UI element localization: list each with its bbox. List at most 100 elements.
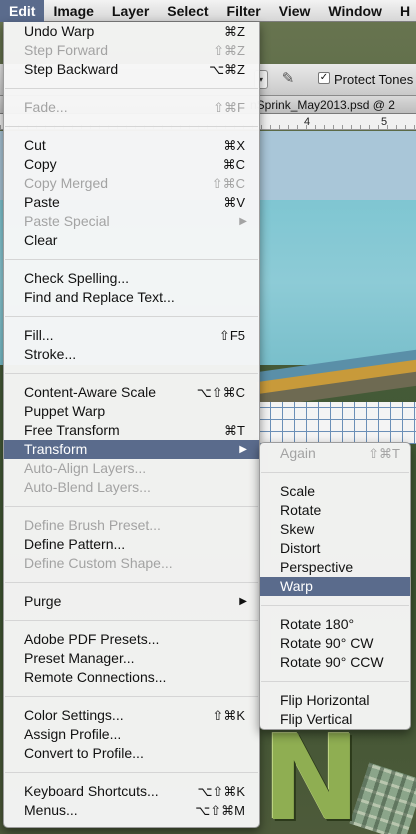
menu-item-transform[interactable]: Transform ▶ bbox=[4, 440, 259, 459]
menu-bar: Edit Image Layer Select Filter View Wind… bbox=[0, 0, 416, 22]
submenu-item-flip-horizontal[interactable]: Flip Horizontal bbox=[260, 691, 410, 710]
submenu-item-rotate-90-cw[interactable]: Rotate 90° CW bbox=[260, 634, 410, 653]
document-title: nSprink_May2013.psd @ 2 bbox=[250, 98, 395, 112]
menu-item-label: Auto-Align Layers... bbox=[24, 460, 147, 476]
submenu-item-rotate-180[interactable]: Rotate 180° bbox=[260, 615, 410, 634]
menu-item-label: Find and Replace Text... bbox=[24, 289, 175, 305]
canvas-letter-art: N bbox=[262, 722, 361, 834]
menu-separator bbox=[4, 307, 259, 326]
menu-item-copy[interactable]: Copy ⌘C bbox=[4, 155, 259, 174]
menu-item-define-custom-shape[interactable]: Define Custom Shape... bbox=[4, 554, 259, 573]
menu-item-auto-align-layers[interactable]: Auto-Align Layers... bbox=[4, 459, 259, 478]
menu-layer[interactable]: Layer bbox=[103, 0, 158, 22]
menu-item-adobe-pdf-presets[interactable]: Adobe PDF Presets... bbox=[4, 630, 259, 649]
menu-select[interactable]: Select bbox=[158, 0, 217, 22]
menu-item-label: Rotate 90° CW bbox=[280, 635, 374, 651]
menu-item-free-transform[interactable]: Free Transform ⌘T bbox=[4, 421, 259, 440]
menu-item-label: Copy Merged bbox=[24, 175, 109, 191]
menu-item-label: Paste Special bbox=[24, 213, 110, 229]
menu-separator bbox=[4, 79, 259, 98]
menu-item-find-replace-text[interactable]: Find and Replace Text... bbox=[4, 288, 259, 307]
menu-item-paste-special[interactable]: Paste Special ▶ bbox=[4, 212, 259, 231]
menu-item-shortcut: ⌘X bbox=[223, 138, 245, 153]
protect-tones-label: Protect Tones bbox=[334, 72, 414, 87]
menu-item-shortcut: ⌘V bbox=[223, 195, 245, 210]
menu-item-label: Scale bbox=[280, 483, 316, 499]
menu-image[interactable]: Image bbox=[44, 0, 102, 22]
menu-item-label: Convert to Profile... bbox=[24, 745, 144, 761]
edit-menu: Undo Warp ⌘Z Step Forward ⇧⌘Z Step Backwar… bbox=[3, 22, 260, 828]
menu-item-label: Warp bbox=[280, 578, 313, 594]
menu-item-stroke[interactable]: Stroke... bbox=[4, 345, 259, 364]
canvas-grid-paper bbox=[258, 402, 416, 444]
menu-item-copy-merged[interactable]: Copy Merged ⇧⌘C bbox=[4, 174, 259, 193]
menu-item-shortcut: ⌘Z bbox=[224, 24, 245, 39]
menu-item-label: Define Brush Preset... bbox=[24, 517, 161, 533]
submenu-item-rotate-90-ccw[interactable]: Rotate 90° CCW bbox=[260, 653, 410, 672]
menu-item-shortcut: ⌥⇧⌘C bbox=[196, 385, 245, 400]
submenu-item-warp[interactable]: Warp bbox=[260, 577, 410, 596]
airbrush-icon[interactable]: ✎ bbox=[278, 68, 298, 90]
menu-item-puppet-warp[interactable]: Puppet Warp bbox=[4, 402, 259, 421]
submenu-arrow-icon: ▶ bbox=[239, 596, 247, 607]
submenu-item-skew[interactable]: Skew bbox=[260, 520, 410, 539]
menu-item-label: Remote Connections... bbox=[24, 669, 167, 685]
menu-item-label: Define Pattern... bbox=[24, 536, 126, 552]
menu-item-shortcut: ⌥⇧⌘M bbox=[195, 803, 245, 818]
submenu-arrow-icon: ▶ bbox=[239, 444, 247, 455]
menu-separator bbox=[4, 687, 259, 706]
menu-separator bbox=[4, 117, 259, 136]
menu-item-shortcut: ⇧F5 bbox=[218, 328, 245, 343]
menu-item-define-brush-preset[interactable]: Define Brush Preset... bbox=[4, 516, 259, 535]
menu-item-preset-manager[interactable]: Preset Manager... bbox=[4, 649, 259, 668]
menu-item-label: Copy bbox=[24, 156, 57, 172]
menu-item-label: Fill... bbox=[24, 327, 54, 343]
menu-item-paste[interactable]: Paste ⌘V bbox=[4, 193, 259, 212]
menu-item-label: Flip Horizontal bbox=[280, 692, 370, 708]
menu-window[interactable]: Window bbox=[319, 0, 391, 22]
submenu-item-again[interactable]: Again ⇧⌘T bbox=[260, 444, 410, 463]
menu-item-remote-connections[interactable]: Remote Connections... bbox=[4, 668, 259, 687]
menu-separator bbox=[260, 596, 410, 615]
menu-item-content-aware-scale[interactable]: Content-Aware Scale ⌥⇧⌘C bbox=[4, 383, 259, 402]
menu-item-shortcut: ⌘T bbox=[224, 423, 245, 438]
menu-item-keyboard-shortcuts[interactable]: Keyboard Shortcuts... ⌥⇧⌘K bbox=[4, 782, 259, 801]
submenu-item-flip-vertical[interactable]: Flip Vertical bbox=[260, 710, 410, 729]
menu-item-color-settings[interactable]: Color Settings... ⇧⌘K bbox=[4, 706, 259, 725]
menu-separator bbox=[4, 763, 259, 782]
menu-item-label: Purge bbox=[24, 593, 62, 609]
menu-item-label: Distort bbox=[280, 540, 321, 556]
menu-item-shortcut: ⇧⌘C bbox=[211, 176, 245, 191]
protect-tones-checkbox[interactable]: ✓ bbox=[318, 72, 330, 84]
submenu-item-rotate[interactable]: Rotate bbox=[260, 501, 410, 520]
menu-separator bbox=[4, 364, 259, 383]
menu-item-fade[interactable]: Fade... ⇧⌘F bbox=[4, 98, 259, 117]
menu-separator bbox=[260, 672, 410, 691]
menu-item-assign-profile[interactable]: Assign Profile... bbox=[4, 725, 259, 744]
menu-item-label: Paste bbox=[24, 194, 60, 210]
menu-separator bbox=[260, 463, 410, 482]
submenu-item-scale[interactable]: Scale bbox=[260, 482, 410, 501]
menu-item-fill[interactable]: Fill... ⇧F5 bbox=[4, 326, 259, 345]
menu-item-convert-to-profile[interactable]: Convert to Profile... bbox=[4, 744, 259, 763]
menu-edit[interactable]: Edit bbox=[0, 0, 45, 22]
menu-view[interactable]: View bbox=[270, 0, 320, 22]
menu-item-step-backward[interactable]: Step Backward ⌥⌘Z bbox=[4, 60, 259, 79]
menu-item-label: Transform bbox=[24, 441, 88, 457]
menu-item-define-pattern[interactable]: Define Pattern... bbox=[4, 535, 259, 554]
menu-item-menus[interactable]: Menus... ⌥⇧⌘M bbox=[4, 801, 259, 820]
menu-item-clear[interactable]: Clear bbox=[4, 231, 259, 250]
submenu-item-distort[interactable]: Distort bbox=[260, 539, 410, 558]
menu-help[interactable]: H bbox=[391, 0, 416, 22]
menu-filter[interactable]: Filter bbox=[218, 0, 270, 22]
menu-item-undo-warp[interactable]: Undo Warp ⌘Z bbox=[4, 22, 259, 41]
menu-item-cut[interactable]: Cut ⌘X bbox=[4, 136, 259, 155]
menu-item-label: Assign Profile... bbox=[24, 726, 122, 742]
submenu-item-perspective[interactable]: Perspective bbox=[260, 558, 410, 577]
menu-item-check-spelling[interactable]: Check Spelling... bbox=[4, 269, 259, 288]
menu-separator bbox=[4, 497, 259, 516]
menu-item-shortcut: ⇧⌘T bbox=[368, 446, 400, 461]
menu-item-purge[interactable]: Purge ▶ bbox=[4, 592, 259, 611]
menu-item-auto-blend-layers[interactable]: Auto-Blend Layers... bbox=[4, 478, 259, 497]
menu-item-step-forward[interactable]: Step Forward ⇧⌘Z bbox=[4, 41, 259, 60]
